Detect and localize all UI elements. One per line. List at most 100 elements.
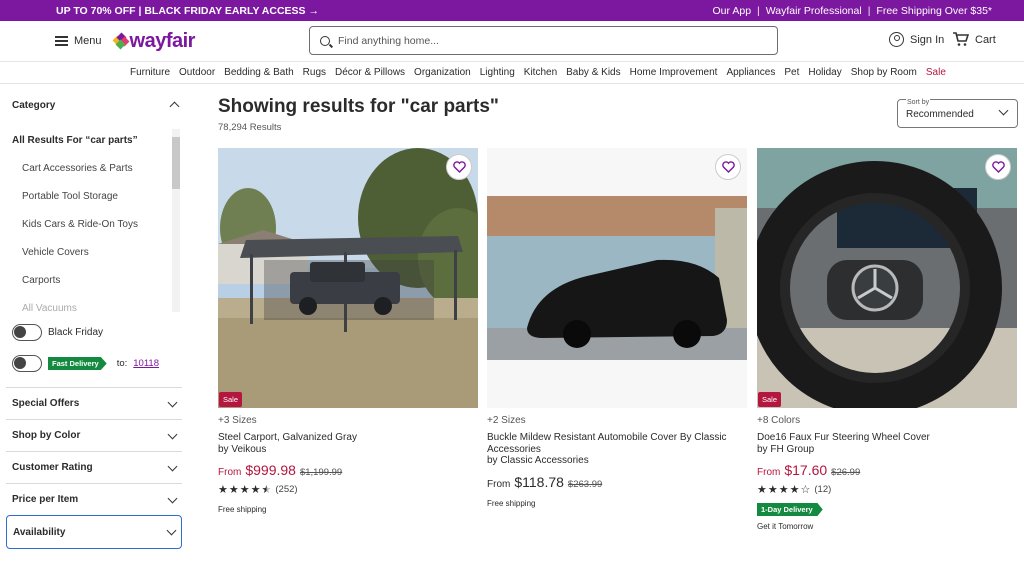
price-from: From [757,467,781,478]
black-friday-label: Black Friday [48,327,104,338]
nav-holiday[interactable]: Holiday [808,67,841,78]
sort-select[interactable]: Sort by Recommended [897,99,1018,128]
shipping-info: Free shipping [487,498,536,508]
nav-baby-kids[interactable]: Baby & Kids [566,67,620,78]
category-item[interactable]: Carports [22,275,60,286]
steering-wheel-image [757,148,1017,408]
price-row: From $17.60 $26.99 [757,462,1017,478]
logo[interactable]: wayfair [112,29,196,53]
cart-button[interactable]: Cart [952,32,996,47]
nav-shop-by-room[interactable]: Shop by Room [851,67,917,78]
sale-badge: Sale [219,392,243,407]
product-card[interactable]: Sale +8 Colors Doe16 Faux Fur Steering W… [757,148,1017,531]
half-star-icon: ★ [261,484,272,496]
nav-rugs[interactable]: Rugs [303,67,326,78]
favorite-button[interactable] [715,154,741,180]
black-friday-toggle-row: Black Friday [12,324,103,341]
category-item[interactable]: Vehicle Covers [22,247,89,258]
nav-furniture[interactable]: Furniture [130,67,170,78]
site-header: Menu wayfair Find anything home... Sign … [0,21,1024,61]
carport-image [218,148,478,408]
zip-code-link[interactable]: 10118 [133,358,159,369]
chevron-up-icon [169,101,180,112]
nav-home-improvement[interactable]: Home Improvement [630,67,718,78]
fast-delivery-badge: Fast Delivery [48,357,107,370]
one-day-delivery-badge: 1-Day Delivery [757,503,823,516]
category-item[interactable]: Portable Tool Storage [22,191,118,202]
category-list: All Results For “car parts” Cart Accesso… [0,125,190,313]
product-name[interactable]: Steel Carport, Galvanized Gray [218,432,478,444]
nav-kitchen[interactable]: Kitchen [524,67,557,78]
filter-shop-by-color[interactable]: Shop by Color [6,419,182,451]
category-item[interactable]: All Vacuums [22,303,77,313]
fast-delivery-toggle[interactable] [12,355,42,372]
results-title: Showing results for "car parts" [218,96,499,117]
nav-decor-pillows[interactable]: Décor & Pillows [335,67,405,78]
filter-special-offers[interactable]: Special Offers [6,387,182,419]
product-colors[interactable]: +8 Colors [757,415,1017,426]
category-header[interactable]: Category [0,85,190,125]
filter-sidebar: Category All Results For “car parts” Car… [0,85,190,549]
product-brand: by Classic Accessories [487,455,589,466]
star-icon: ★ [778,484,789,496]
star-icon: ★ [767,484,778,496]
nav-pet[interactable]: Pet [784,67,799,78]
product-card[interactable]: Sale +3 Sizes Steel Carport, Galvanized … [218,148,478,514]
logo-text: wayfair [129,29,196,52]
review-count[interactable]: (252) [275,484,297,495]
black-friday-toggle[interactable] [12,324,42,341]
promo-link[interactable]: UP TO 70% OFF | BLACK FRIDAY EARLY ACCES… [56,5,319,17]
price-row: From $999.98 $1,199.99 [218,462,478,478]
category-nav: Furniture Outdoor Bedding & Bath Rugs Dé… [0,61,1024,84]
free-shipping-link[interactable]: Free Shipping Over $35* [876,5,992,17]
category-all-results[interactable]: All Results For “car parts” [12,135,138,146]
rating-stars: ★ ★ ★ ★ ☆ (12) [757,483,1017,496]
product-brand: by Veikous [218,443,267,455]
filter-customer-rating[interactable]: Customer Rating [6,451,182,483]
category-item[interactable]: Kids Cars & Ride-On Toys [22,219,138,230]
wayfair-professional-link[interactable]: Wayfair Professional [766,5,862,17]
price-row: From $118.78 $263.99 [487,474,747,490]
search-icon [320,35,330,46]
hamburger-icon [55,36,68,46]
nav-outdoor[interactable]: Outdoor [179,67,215,78]
our-app-link[interactable]: Our App [713,5,752,17]
product-image-carport[interactable]: Sale [218,148,478,408]
chevron-down-icon [167,461,178,471]
empty-star-icon: ☆ [800,484,811,496]
product-brand: by FH Group [757,443,815,455]
search-input[interactable]: Find anything home... [309,26,778,55]
product-image-car-cover[interactable] [487,148,747,408]
nav-organization[interactable]: Organization [414,67,471,78]
rating-stars: ★ ★ ★ ★ ★ (252) [218,483,478,496]
favorite-button[interactable] [985,154,1011,180]
product-name[interactable]: Doe16 Faux Fur Steering Wheel Cover [757,432,1017,444]
results-count: 78,294 Results [218,122,282,133]
product-sizes[interactable]: +3 Sizes [218,415,478,426]
filter-label: Shop by Color [12,430,81,441]
menu-button[interactable]: Menu [55,35,102,47]
category-scrollbar-thumb[interactable] [172,137,180,189]
product-image-steering-wheel-cover[interactable]: Sale [757,148,1017,408]
sale-price: $999.98 [245,462,296,478]
nav-appliances[interactable]: Appliances [726,67,775,78]
fast-delivery-toggle-row: Fast Delivery to: 10118 [12,355,159,372]
nav-lighting[interactable]: Lighting [480,67,515,78]
original-price: $26.99 [831,467,861,478]
product-name[interactable]: Buckle Mildew Resistant Automobile Cover… [487,432,747,455]
logo-mark-icon [112,32,129,50]
nav-bedding-bath[interactable]: Bedding & Bath [224,67,294,78]
favorite-button[interactable] [446,154,472,180]
category-item[interactable]: Cart Accessories & Parts [22,163,133,174]
nav-sale[interactable]: Sale [926,67,946,78]
product-card[interactable]: +2 Sizes Buckle Mildew Resistant Automob… [487,148,747,508]
review-count[interactable]: (12) [814,484,831,495]
filter-price-per-item[interactable]: Price per Item [6,483,182,515]
sign-in-button[interactable]: Sign In [889,32,944,47]
filter-availability[interactable]: Availability [6,515,182,549]
star-icon: ★ [757,484,767,496]
star-icon: ★ [789,484,800,496]
user-icon [889,32,904,47]
heart-icon [991,161,1005,173]
product-sizes[interactable]: +2 Sizes [487,415,747,426]
